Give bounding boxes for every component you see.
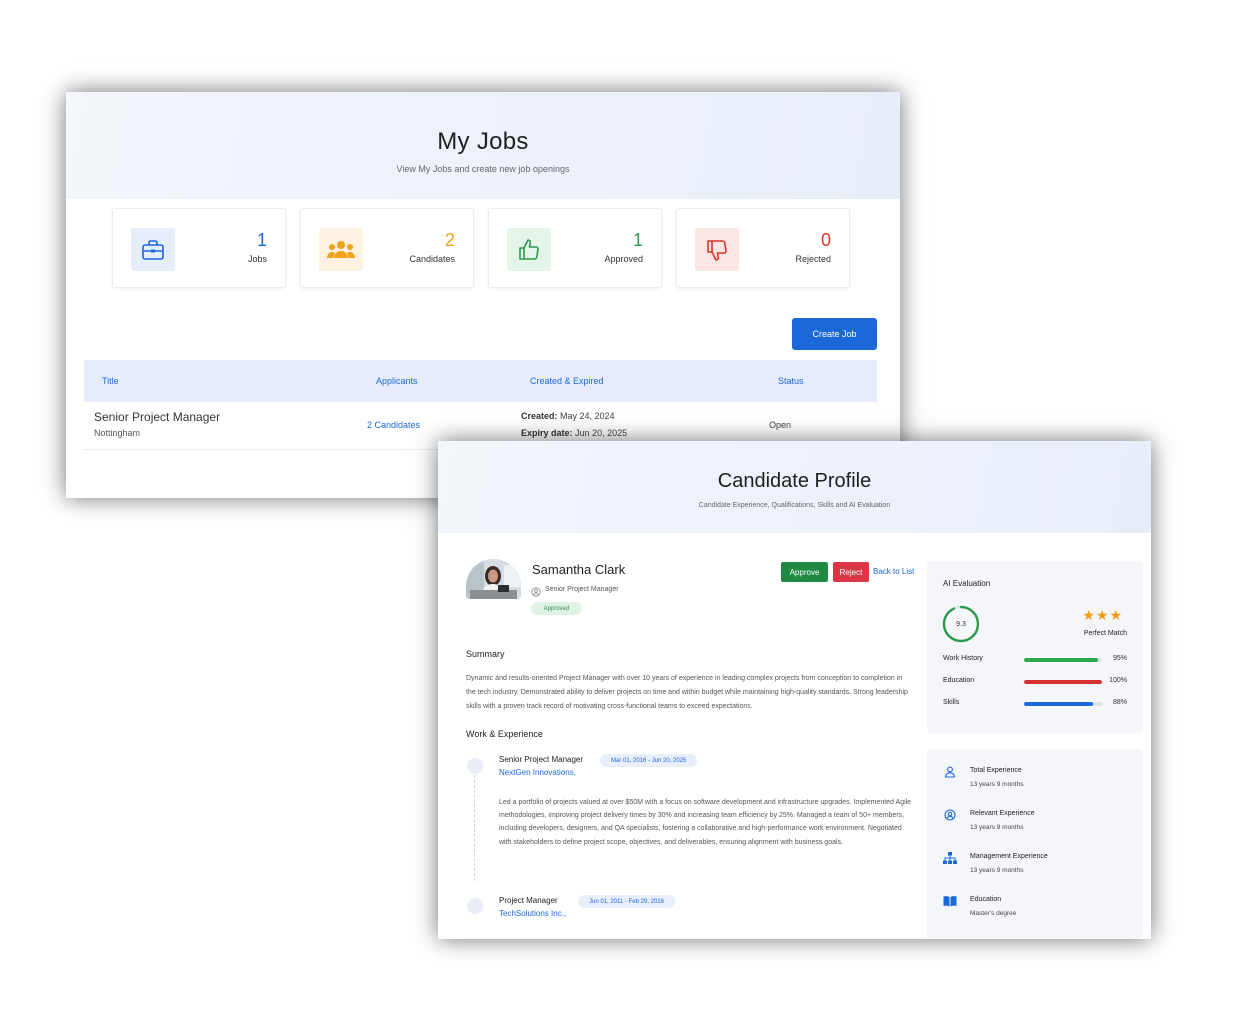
- thumbs-down-icon: [695, 228, 739, 271]
- column-header-status[interactable]: Status: [778, 376, 804, 386]
- create-job-button[interactable]: Create Job: [792, 318, 877, 350]
- created-date: Created: May 24, 2024: [521, 411, 615, 421]
- experience-value: 13 years 9 months: [970, 867, 1024, 874]
- profile-title: Candidate Profile: [717, 470, 872, 492]
- stat-label: Jobs: [247, 254, 267, 264]
- experience-job-title: Project Manager: [499, 896, 558, 905]
- job-location: Nottingham: [94, 428, 141, 438]
- created-label: Created:: [521, 411, 558, 421]
- timeline-line: [474, 775, 475, 881]
- stat-value: 1: [632, 230, 643, 250]
- timeline-dot: [467, 758, 483, 774]
- column-header-created-expired[interactable]: Created & Expired: [530, 376, 604, 386]
- applicants-link[interactable]: 2 Candidates: [367, 420, 420, 430]
- experience-company-link[interactable]: NextGen Innovations,: [499, 768, 576, 777]
- ai-evaluation-title: AI Evaluation: [943, 579, 991, 588]
- experience-dates: Jun 01, 2011 - Feb 29, 2016: [578, 895, 675, 908]
- reject-button[interactable]: Reject: [833, 562, 869, 582]
- experience-value: 13 years 9 months: [970, 781, 1024, 788]
- bar-label: Work History: [943, 655, 983, 662]
- bar-label: Education: [943, 677, 975, 684]
- approve-button[interactable]: Approve: [781, 562, 828, 582]
- back-to-list-link[interactable]: Back to List: [873, 567, 914, 576]
- education-bar: [1024, 680, 1102, 684]
- stat-label: Rejected: [795, 254, 831, 264]
- work-history-bar: [1024, 658, 1102, 662]
- profile-subtitle: Candidate Experience, Qualifications, Sk…: [698, 502, 891, 509]
- experience-label: Relevant Experience: [970, 810, 1035, 817]
- column-header-applicants[interactable]: Applicants: [376, 376, 418, 386]
- person-icon: [943, 765, 957, 779]
- summary-heading: Summary: [466, 649, 505, 659]
- experience-label: Education: [970, 896, 1002, 903]
- bar-fill: [1024, 680, 1102, 684]
- experience-summary-panel: Total Experience 13 years 9 months Relev…: [927, 749, 1143, 939]
- page-title: My Jobs: [437, 128, 529, 155]
- book-icon: [943, 894, 957, 908]
- stat-value: 1: [256, 230, 267, 250]
- bar-percent: 88%: [1112, 699, 1127, 706]
- stat-card-jobs[interactable]: 1 Jobs: [112, 208, 286, 288]
- bar-fill: [1024, 702, 1093, 706]
- star-rating-icon: ★★★: [1082, 607, 1123, 623]
- experience-value: Master's degree: [970, 910, 1017, 917]
- stat-card-rejected[interactable]: 0 Rejected: [676, 208, 850, 288]
- stat-label: Candidates: [409, 254, 455, 264]
- jobs-table-header: Title Applicants Created & Expired Statu…: [84, 360, 877, 402]
- expiry-value: Jun 20, 2025: [575, 428, 628, 438]
- stat-card-approved[interactable]: 1 Approved: [488, 208, 662, 288]
- experience-description: Led a portfolio of projects valued at ov…: [499, 799, 912, 846]
- timeline-dot: [467, 898, 483, 914]
- org-chart-icon: [943, 851, 957, 865]
- avatar: [466, 559, 521, 599]
- expiry-label: Expiry date:: [521, 428, 573, 438]
- candidate-profile-window: Candidate Profile Candidate Experience, …: [438, 441, 1151, 939]
- experience-label: Total Experience: [970, 767, 1022, 774]
- job-status: Open: [769, 420, 792, 430]
- profile-header: Candidate Profile Candidate Experience, …: [438, 441, 1151, 533]
- experience-value: 13 years 9 months: [970, 824, 1024, 831]
- users-icon: [319, 228, 363, 271]
- jobs-header: My Jobs View My Jobs and create new job …: [66, 92, 900, 199]
- my-jobs-window: My Jobs View My Jobs and create new job …: [66, 92, 900, 498]
- stat-card-candidates[interactable]: 2 Candidates: [300, 208, 474, 288]
- candidate-name: Samantha Clark: [532, 562, 626, 577]
- created-value: May 24, 2024: [560, 411, 615, 421]
- match-label: Perfect Match: [1083, 630, 1127, 637]
- experience-dates: Mar 01, 2016 - Jun 20, 2025: [600, 754, 698, 767]
- stat-label: Approved: [604, 254, 643, 264]
- status-badge: Approved: [531, 602, 582, 615]
- ai-evaluation-panel: AI Evaluation 9.3 ★★★ Perfect Match Work…: [927, 561, 1143, 733]
- experience-job-title: Senior Project Manager: [499, 755, 584, 764]
- briefcase-icon: [131, 228, 175, 271]
- job-title[interactable]: Senior Project Manager: [94, 410, 220, 424]
- column-header-title[interactable]: Title: [102, 376, 119, 386]
- ai-score: 9.3: [956, 620, 966, 628]
- summary-text: Dynamic and results-oriented Project Man…: [466, 675, 908, 710]
- bar-percent: 100%: [1109, 677, 1127, 684]
- experience-company-link[interactable]: TechSolutions Inc.,: [499, 909, 566, 918]
- skills-bar: [1024, 702, 1102, 706]
- bar-fill: [1024, 658, 1099, 662]
- work-experience-heading: Work & Experience: [466, 729, 543, 739]
- expiry-date: Expiry date: Jun 20, 2025: [521, 428, 627, 438]
- stat-value: 2: [444, 230, 455, 250]
- role-icon: [531, 584, 541, 602]
- user-circle-icon: [943, 808, 957, 822]
- candidate-role: Senior Project Manager: [545, 586, 619, 593]
- experience-label: Management Experience: [970, 853, 1048, 860]
- page-subtitle: View My Jobs and create new job openings: [396, 164, 570, 174]
- bar-percent: 95%: [1112, 655, 1127, 662]
- bar-label: Skills: [943, 699, 960, 706]
- stat-value: 0: [820, 230, 831, 250]
- thumbs-up-icon: [507, 228, 551, 271]
